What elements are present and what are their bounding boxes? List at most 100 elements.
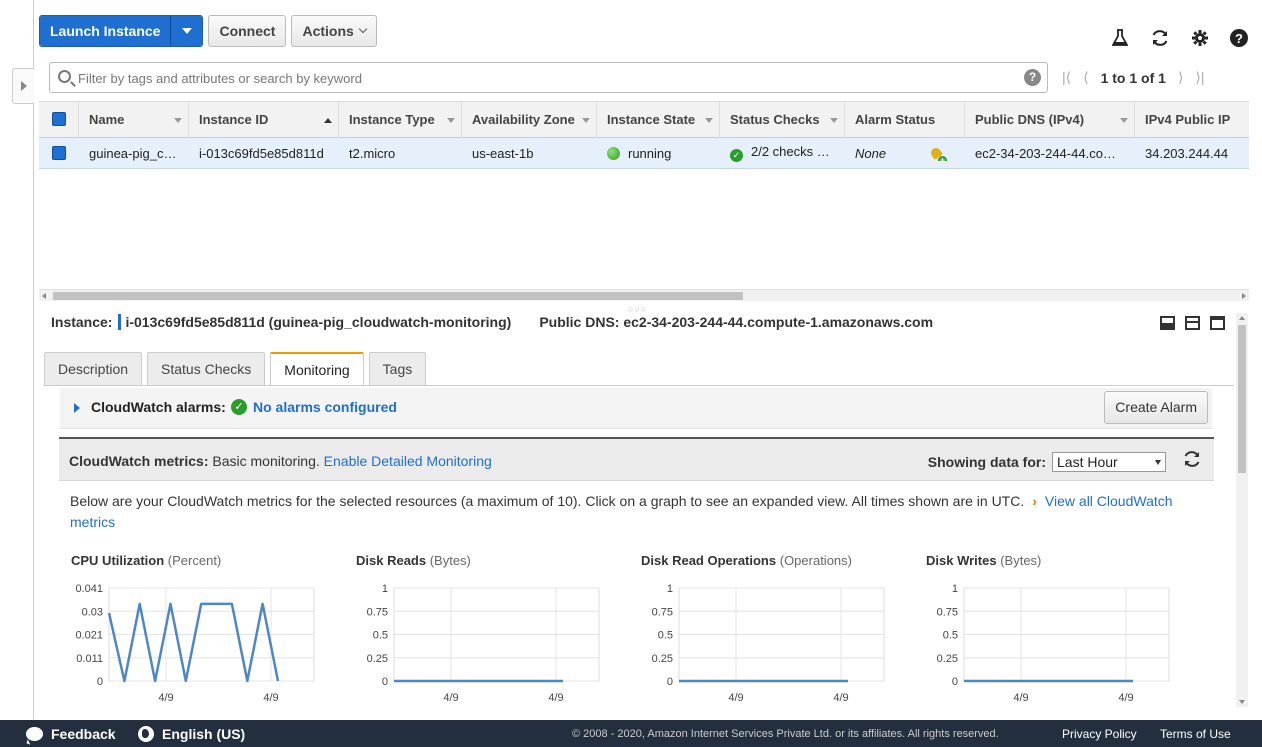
col-public-ip[interactable]: IPv4 Public IP xyxy=(1135,101,1249,138)
scroll-right-icon[interactable] xyxy=(1242,293,1246,299)
sort-icon xyxy=(174,118,182,123)
y-tick-label: 1 xyxy=(667,583,673,595)
first-page-icon[interactable]: |⟨ xyxy=(1062,69,1071,86)
table-row[interactable]: guinea-pig_c… i-013c69fd5e85d811d t2.mic… xyxy=(39,138,1249,169)
panel-resize-handle[interactable]: ○○○ xyxy=(628,304,647,314)
scroll-left-icon[interactable] xyxy=(42,293,46,299)
actions-button[interactable]: Actions xyxy=(291,15,377,47)
col-public-ip-label: IPv4 Public IP xyxy=(1145,112,1231,127)
layout-split-icon[interactable] xyxy=(1185,316,1200,330)
search-help-icon[interactable]: ? xyxy=(1024,69,1041,86)
chart-unit: (Bytes) xyxy=(429,553,471,568)
top-right-icons: ? xyxy=(1110,28,1248,48)
connect-button[interactable]: Connect xyxy=(208,15,287,47)
col-status-checks-label: Status Checks xyxy=(730,112,820,127)
col-public-dns-label: Public DNS (IPv4) xyxy=(975,112,1085,127)
sort-icon xyxy=(582,118,590,123)
y-tick-label: 0.041 xyxy=(75,583,103,595)
y-tick-label: 0.25 xyxy=(367,653,388,665)
cell-instance-type: t2.micro xyxy=(349,145,396,161)
refresh-metrics-icon[interactable] xyxy=(1182,450,1202,473)
flask-icon[interactable] xyxy=(1110,28,1130,48)
sort-ascending-icon xyxy=(324,118,332,123)
scroll-up-icon[interactable] xyxy=(1239,316,1245,320)
language-selector[interactable]: English (US) xyxy=(138,726,245,742)
gear-icon[interactable] xyxy=(1190,28,1210,48)
tab-status-checks[interactable]: Status Checks xyxy=(147,352,266,385)
chart-title-text: Disk Writes xyxy=(926,553,997,568)
tab-monitoring[interactable]: Monitoring xyxy=(270,352,364,386)
alarms-label: CloudWatch alarms: xyxy=(91,399,226,415)
help-icon[interactable]: ? xyxy=(1230,29,1248,47)
expand-alarms-icon[interactable] xyxy=(74,403,80,413)
col-instance-state[interactable]: Instance State xyxy=(597,101,720,138)
select-all-checkbox[interactable] xyxy=(52,112,66,126)
feedback-link[interactable]: Feedback xyxy=(26,726,116,742)
col-name[interactable]: Name xyxy=(79,101,189,138)
scroll-down-icon[interactable] xyxy=(1239,700,1245,704)
y-tick-label: 0 xyxy=(952,676,958,688)
chart-svg: 0.041 0.03 0.021 0.011 0 4/9 4/9 xyxy=(75,583,315,704)
chart-title: CPU Utilization (Percent) xyxy=(71,553,221,568)
vertical-scrollbar[interactable] xyxy=(1236,313,1248,707)
x-tick-label: 4/9 xyxy=(1013,692,1028,704)
launch-instance-button[interactable]: Launch Instance xyxy=(40,16,171,46)
alarms-value-link[interactable]: No alarms configured xyxy=(253,399,397,415)
chart-disk-writes[interactable]: Disk Writes (Bytes) 1 0.75 0.5 0.25 0 4/9 4/9 xyxy=(926,553,1196,713)
cloudwatch-alarms-bar: CloudWatch alarms: ✓ No alarms configure… xyxy=(60,388,1212,429)
running-status-icon xyxy=(607,146,620,160)
col-public-dns[interactable]: Public DNS (IPv4) xyxy=(965,101,1135,138)
col-status-checks[interactable]: Status Checks xyxy=(720,101,845,138)
check-circle-icon: ✓ xyxy=(730,149,743,162)
metrics-info: CloudWatch metrics: Basic monitoring. En… xyxy=(69,453,492,469)
pagination-text: 1 to 1 of 1 xyxy=(1100,69,1166,86)
refresh-icon[interactable] xyxy=(1150,28,1170,48)
showing-data-label: Showing data for: xyxy=(927,453,1046,470)
metrics-label: CloudWatch metrics: xyxy=(69,453,209,469)
chart-title-text: Disk Read Operations xyxy=(641,553,777,568)
chart-svg: 1 0.75 0.5 0.25 0 4/9 4/9 xyxy=(367,583,600,704)
layout-bottom-icon[interactable] xyxy=(1160,316,1175,330)
connect-button-label: Connect xyxy=(219,23,276,39)
create-alarm-button[interactable]: Create Alarm xyxy=(1104,391,1208,424)
table-header: Name Instance ID Instance Type Availabil… xyxy=(39,101,1249,138)
x-tick-label: 4/9 xyxy=(728,692,743,704)
horizontal-scrollbar[interactable] xyxy=(39,289,1249,301)
terms-of-use-link[interactable]: Terms of Use xyxy=(1160,727,1231,741)
cell-public-ip: 34.203.244.44 xyxy=(1145,145,1229,161)
launch-instance-dropdown-button[interactable] xyxy=(170,16,203,46)
x-tick-label: 4/9 xyxy=(263,692,278,704)
row-checkbox[interactable] xyxy=(52,145,66,160)
col-instance-type[interactable]: Instance Type xyxy=(339,101,462,138)
add-alarm-icon[interactable] xyxy=(929,146,947,161)
col-instance-id[interactable]: Instance ID xyxy=(189,101,339,138)
chart-cpu-utilization[interactable]: CPU Utilization (Percent) 0.041 0.03 0.021… xyxy=(71,553,341,713)
expand-sidebar-button[interactable] xyxy=(12,68,34,104)
tab-tags[interactable]: Tags xyxy=(368,352,427,385)
chart-disk-reads[interactable]: Disk Reads (Bytes) 1 0.75 0.5 0.25 0 4/9 4/9 xyxy=(356,553,626,713)
cell-instance-state: running xyxy=(597,146,720,161)
x-tick-label: 4/9 xyxy=(833,692,848,704)
y-tick-label: 0.25 xyxy=(937,653,958,665)
layout-full-icon[interactable] xyxy=(1210,316,1225,330)
last-page-icon[interactable]: ⟩| xyxy=(1195,69,1204,86)
prev-page-icon[interactable]: ⟨ xyxy=(1083,69,1088,86)
toolbar: Launch Instance Connect Actions xyxy=(39,15,377,47)
period-select[interactable]: Last Hour xyxy=(1052,451,1166,472)
tab-description[interactable]: Description xyxy=(44,352,143,385)
col-availability-zone[interactable]: Availability Zone xyxy=(462,101,597,138)
actions-button-label: Actions xyxy=(302,23,354,39)
col-alarm-status[interactable]: Alarm Status xyxy=(845,101,965,138)
next-page-icon[interactable]: ⟩ xyxy=(1178,69,1183,86)
y-tick-label: 1 xyxy=(382,583,388,595)
copyright-text: © 2008 - 2020, Amazon Internet Services … xyxy=(572,728,999,740)
chart-disk-read-operations[interactable]: Disk Read Operations (Operations) 1 0.75 0… xyxy=(641,553,911,713)
chart-title: Disk Reads (Bytes) xyxy=(356,553,471,568)
y-tick-label: 0.25 xyxy=(652,653,673,665)
metrics-description-text: Below are your CloudWatch metrics for th… xyxy=(70,493,1025,509)
privacy-policy-link[interactable]: Privacy Policy xyxy=(1062,727,1137,741)
enable-detailed-monitoring-link[interactable]: Enable Detailed Monitoring xyxy=(324,453,492,469)
search-input[interactable] xyxy=(78,67,1018,89)
scroll-thumb[interactable] xyxy=(53,292,743,300)
vertical-scroll-thumb[interactable] xyxy=(1238,325,1246,473)
